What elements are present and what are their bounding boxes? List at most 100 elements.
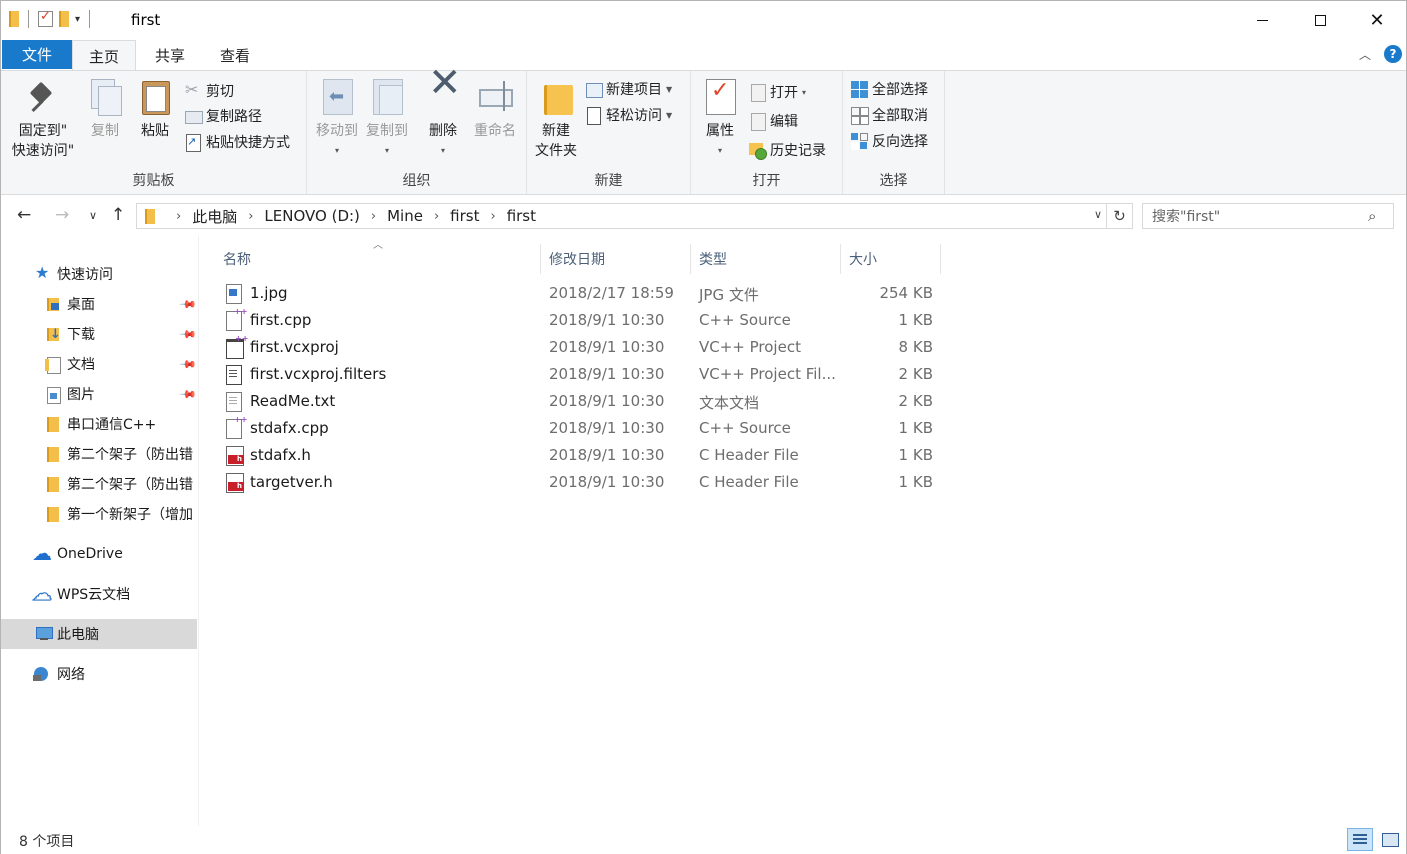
recent-locations-chevron-icon[interactable]: ∨	[89, 209, 97, 222]
search-input[interactable]: 搜索"first"	[1142, 203, 1394, 229]
file-row[interactable]: ReadMe.txt 2018/9/1 10:30 文本文档 2 KB	[223, 388, 943, 415]
sidebar-item-network[interactable]: 网络	[1, 659, 197, 689]
minimize-icon	[1256, 19, 1268, 21]
pin-icon[interactable]: 📌	[178, 325, 197, 344]
sidebar-item-first-new-shelf[interactable]: 第一个新架子（增加	[1, 499, 197, 529]
maximize-button[interactable]	[1291, 1, 1349, 39]
pin-icon[interactable]: 📌	[178, 295, 197, 314]
file-size: 2 KB	[898, 392, 933, 410]
column-header-size[interactable]: 大小	[841, 244, 941, 274]
sidebar-item-documents[interactable]: 文档 📌	[1, 349, 197, 379]
file-row[interactable]: stdafx.cpp 2018/9/1 10:30 C++ Source 1 K…	[223, 415, 943, 442]
file-row[interactable]: first.vcxproj.filters 2018/9/1 10:30 VC+…	[223, 361, 943, 388]
breadcrumb-first-current[interactable]: first	[507, 207, 536, 225]
easy-access-icon	[585, 106, 602, 125]
sidebar-item-serial-comm[interactable]: 串口通信C++	[1, 409, 197, 439]
minimize-button[interactable]	[1233, 1, 1291, 39]
tab-home[interactable]: 主页	[72, 40, 136, 72]
pin-quick-access-button[interactable]: 固定到" 快速访问"	[9, 81, 77, 161]
file-row[interactable]: first.cpp 2018/9/1 10:30 C++ Source 1 KB	[223, 307, 943, 334]
folder-icon	[45, 507, 61, 522]
dropdown-arrow-icon: ▾	[440, 146, 445, 155]
file-size: 1 KB	[898, 419, 933, 437]
copy-path-button[interactable]: 复制路径	[185, 106, 262, 126]
up-arrow-icon[interactable]: ↑	[111, 205, 125, 225]
select-none-button[interactable]: 全部取消	[851, 105, 928, 125]
tab-file[interactable]: 文件	[2, 40, 72, 69]
select-all-button[interactable]: 全部选择	[851, 79, 928, 99]
properties-qat-icon[interactable]	[38, 9, 53, 27]
paste-label: 粘贴	[141, 123, 169, 139]
column-header-date[interactable]: 修改日期	[541, 244, 691, 274]
file-size: 254 KB	[879, 284, 933, 302]
vcxproj-file-icon	[226, 334, 248, 359]
forward-arrow-icon[interactable]: →	[55, 205, 69, 225]
new-folder-button[interactable]: 新建 文件夹	[531, 77, 581, 161]
refresh-button[interactable]: ↻	[1107, 203, 1133, 229]
pin-label-line2: 快速访问"	[11, 143, 75, 159]
easy-access-button[interactable]: 轻松访问 ▼	[585, 105, 672, 125]
breadcrumb-chevron-icon[interactable]: ›	[248, 209, 253, 224]
large-icons-view-icon[interactable]	[1377, 828, 1403, 851]
new-item-button[interactable]: 新建项目 ▼	[585, 79, 672, 99]
new-folder-qat-icon[interactable]	[59, 11, 69, 27]
delete-button[interactable]: 删除 ▾	[423, 73, 463, 161]
file-row[interactable]: 1.jpg 2018/2/17 18:59 JPG 文件 254 KB	[223, 280, 943, 307]
help-icon[interactable]: ?	[1384, 45, 1402, 63]
invert-selection-button[interactable]: 反向选择	[851, 131, 928, 151]
file-date: 2018/9/1 10:30	[549, 473, 665, 491]
sidebar-item-this-pc[interactable]: 此电脑	[1, 619, 197, 649]
sidebar-item-wps-cloud[interactable]: WPS云文档	[1, 579, 197, 609]
customize-qat-dropdown-icon[interactable]: ▾	[75, 14, 80, 25]
minimize-ribbon-icon[interactable]: ︿	[1359, 46, 1371, 63]
breadcrumb-chevron-icon[interactable]: ›	[371, 209, 376, 224]
tab-view[interactable]: 查看	[204, 40, 266, 71]
sidebar-item-pictures[interactable]: 图片 📌	[1, 379, 197, 409]
breadcrumb-chevron-icon[interactable]: ›	[490, 209, 495, 224]
search-icon[interactable]: ⌕	[1368, 207, 1376, 225]
divider	[89, 10, 91, 28]
close-button[interactable]: ✕	[1348, 1, 1406, 39]
back-arrow-icon[interactable]: ←	[17, 205, 31, 225]
item-count: 8 个项目	[19, 834, 75, 850]
address-dropdown-icon[interactable]: ∨	[1094, 208, 1102, 221]
breadcrumb-this-pc[interactable]: 此电脑	[192, 206, 237, 227]
breadcrumb-chevron-icon[interactable]: ›	[434, 209, 439, 224]
file-type: JPG 文件	[699, 286, 759, 304]
sidebar-item-desktop[interactable]: 桌面 📌	[1, 289, 197, 319]
properties-button[interactable]: 属性 ▾	[701, 77, 739, 161]
pin-icon[interactable]: 📌	[178, 385, 197, 404]
file-row[interactable]: stdafx.h 2018/9/1 10:30 C Header File 1 …	[223, 442, 943, 469]
cut-button[interactable]: 剪切	[185, 80, 234, 101]
copy-button[interactable]: 复制	[85, 77, 125, 141]
file-row[interactable]: targetver.h 2018/9/1 10:30 C Header File…	[223, 469, 943, 496]
sidebar-item-downloads[interactable]: 下载 📌	[1, 319, 197, 349]
sidebar-item-second-shelf-1[interactable]: 第二个架子（防出错	[1, 439, 197, 469]
move-to-button[interactable]: 移动到 ▾	[313, 77, 361, 161]
sidebar-item-onedrive[interactable]: OneDrive	[1, 539, 197, 569]
header-file-icon	[226, 446, 244, 466]
breadcrumb-mine[interactable]: Mine	[387, 207, 423, 225]
edit-label: 编辑	[770, 114, 798, 130]
pin-icon[interactable]: 📌	[178, 355, 197, 374]
breadcrumb-first[interactable]: first	[450, 207, 479, 225]
breadcrumb-drive[interactable]: LENOVO (D:)	[264, 207, 359, 225]
details-view-icon[interactable]	[1347, 828, 1373, 851]
open-button[interactable]: 打开 ▾	[749, 82, 806, 102]
paste-shortcut-button[interactable]: 粘贴快捷方式	[185, 132, 290, 152]
rename-button[interactable]: 重命名	[471, 77, 519, 141]
tab-share[interactable]: 共享	[139, 40, 201, 71]
sidebar-item-quick-access[interactable]: 快速访问	[1, 259, 197, 289]
history-button[interactable]: 历史记录	[749, 140, 826, 160]
copy-to-button[interactable]: 复制到 ▾	[363, 77, 411, 161]
file-type: VC++ Project Fil...	[699, 365, 836, 383]
file-row[interactable]: first.vcxproj 2018/9/1 10:30 VC++ Projec…	[223, 334, 943, 361]
breadcrumb-chevron-icon[interactable]: ›	[176, 209, 181, 224]
column-header-name[interactable]: 名称	[215, 244, 541, 274]
paste-button[interactable]: 粘贴	[135, 77, 175, 141]
column-header-type[interactable]: 类型	[691, 244, 841, 274]
sidebar-item-second-shelf-2[interactable]: 第二个架子（防出错	[1, 469, 197, 499]
edit-button[interactable]: 编辑	[749, 111, 798, 131]
address-bar[interactable]: › 此电脑 › LENOVO (D:) › Mine › first › fir…	[136, 203, 1107, 229]
sidebar-item-label: 此电脑	[57, 627, 99, 643]
